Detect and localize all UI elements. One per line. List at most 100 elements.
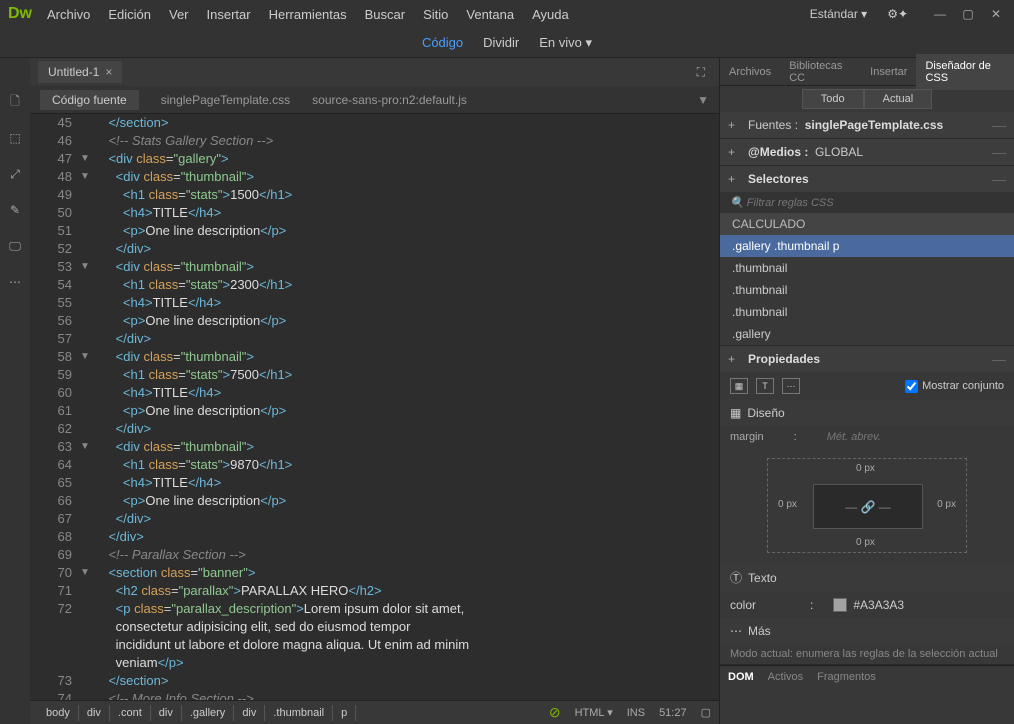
selector-item[interactable]: .gallery .thumbnail p <box>720 235 1014 257</box>
color-swatch[interactable] <box>833 598 847 612</box>
layout-cat-icon[interactable]: ▦ <box>730 378 748 394</box>
manage-icon[interactable]: ⬚ <box>6 129 24 147</box>
color-row[interactable]: color: #A3A3A3 <box>720 592 1014 618</box>
code-line[interactable]: 53▼ <div class="thumbnail"> <box>30 258 719 276</box>
menu-herramientas[interactable]: Herramientas <box>269 7 347 22</box>
minimize-button[interactable]: — <box>930 6 950 22</box>
maximize-button[interactable]: ▢ <box>958 6 978 22</box>
link-icon[interactable]: — 🔗 — <box>845 500 891 514</box>
bottom-tab[interactable]: DOM <box>728 671 754 683</box>
panel-tab[interactable]: Bibliotecas CC <box>780 54 861 90</box>
menu-insertar[interactable]: Insertar <box>207 7 251 22</box>
remove-icon[interactable]: — <box>992 144 1006 160</box>
panel-tab[interactable]: Diseñador de CSS <box>916 54 1014 90</box>
breadcrumb-item[interactable]: div <box>151 705 182 721</box>
selector-item[interactable]: .thumbnail <box>720 279 1014 301</box>
menu-archivo[interactable]: Archivo <box>47 7 90 22</box>
remove-icon[interactable]: — <box>992 117 1006 133</box>
properties-header[interactable]: + Propiedades — <box>720 346 1014 372</box>
panel-tab[interactable]: Insertar <box>861 60 916 84</box>
more-cat-icon[interactable]: ⋯ <box>782 378 800 394</box>
filter-icon[interactable]: ▼ <box>697 93 709 107</box>
remove-icon[interactable]: — <box>992 351 1006 367</box>
code-line[interactable]: 55 <h4>TITLE</h4> <box>30 294 719 312</box>
code-line[interactable]: 56 <p>One line description</p> <box>30 312 719 330</box>
code-line[interactable]: 48▼ <div class="thumbnail"> <box>30 168 719 186</box>
code-line[interactable]: 51 <p>One line description</p> <box>30 222 719 240</box>
code-line[interactable]: 46 <!-- Stats Gallery Section --> <box>30 132 719 150</box>
plus-icon[interactable]: + <box>728 118 742 132</box>
breadcrumb-item[interactable]: body <box>38 705 79 721</box>
code-line[interactable]: 58▼ <div class="thumbnail"> <box>30 348 719 366</box>
mode-all[interactable]: Todo <box>802 89 864 109</box>
filter-selectors-input[interactable]: 🔍 Filtrar reglas CSS <box>720 192 1014 213</box>
selector-item[interactable]: .thumbnail <box>720 257 1014 279</box>
breadcrumb-item[interactable]: .cont <box>110 705 151 721</box>
show-set-checkbox[interactable] <box>905 380 918 393</box>
sync-settings-icon[interactable]: ⚙✦ <box>887 7 908 21</box>
expand-panel-icon[interactable]: ⛶ <box>691 63 711 82</box>
panel-tab[interactable]: Archivos <box>720 60 780 84</box>
close-tab-icon[interactable]: × <box>105 65 112 79</box>
breadcrumb-item[interactable]: .thumbnail <box>265 705 333 721</box>
code-line[interactable]: 69 <!-- Parallax Section --> <box>30 546 719 564</box>
box-model[interactable]: 0 px 0 px 0 px 0 px — 🔗 — <box>720 448 1014 563</box>
code-line[interactable]: 50 <h4>TITLE</h4> <box>30 204 719 222</box>
file-icon[interactable]: 🗋 <box>6 93 24 111</box>
comment-icon[interactable]: 🖵 <box>6 237 24 255</box>
margin-row[interactable]: margin:Mét. abrev. <box>720 426 1014 448</box>
expand-icon[interactable]: ⤢ <box>6 165 24 183</box>
breadcrumb-item[interactable]: .gallery <box>182 705 234 721</box>
more-icon[interactable]: ⋯ <box>6 273 24 291</box>
code-line[interactable]: 72 <p class="parallax_description">Lorem… <box>30 600 719 618</box>
plus-icon[interactable]: + <box>728 172 742 186</box>
sources-header[interactable]: + Fuentes : singlePageTemplate.css — <box>720 112 1014 138</box>
view-code[interactable]: Código <box>422 35 463 50</box>
code-line[interactable]: 74 <!-- More Info Section --> <box>30 690 719 700</box>
related-file[interactable]: source-sans-pro:n2:default.js <box>312 93 467 107</box>
selector-item[interactable]: .gallery <box>720 323 1014 345</box>
code-line[interactable]: 66 <p>One line description</p> <box>30 492 719 510</box>
related-file[interactable]: singlePageTemplate.css <box>161 93 290 107</box>
code-line[interactable]: 47▼ <div class="gallery"> <box>30 150 719 168</box>
text-cat-icon[interactable]: T <box>756 378 774 394</box>
code-line[interactable]: 62 </div> <box>30 420 719 438</box>
menu-ver[interactable]: Ver <box>169 7 189 22</box>
overflow-icon[interactable]: ▢ <box>701 706 711 719</box>
code-line[interactable]: 52 </div> <box>30 240 719 258</box>
insert-mode[interactable]: INS <box>627 707 645 719</box>
media-header[interactable]: + @Medios : GLOBAL — <box>720 139 1014 165</box>
code-editor[interactable]: 45 </section>46 <!-- Stats Gallery Secti… <box>30 114 719 700</box>
code-line[interactable]: veniam</p> <box>30 654 719 672</box>
code-line[interactable]: 70▼ <section class="banner"> <box>30 564 719 582</box>
wand-icon[interactable]: ✎ <box>6 201 24 219</box>
code-line[interactable]: 59 <h1 class="stats">7500</h1> <box>30 366 719 384</box>
code-line[interactable]: 67 </div> <box>30 510 719 528</box>
view-live[interactable]: En vivo ▾ <box>539 35 592 51</box>
remove-icon[interactable]: — <box>992 171 1006 187</box>
source-code-tab[interactable]: Código fuente <box>40 90 139 110</box>
view-split[interactable]: Dividir <box>483 35 519 50</box>
code-line[interactable]: 61 <p>One line description</p> <box>30 402 719 420</box>
selectors-header[interactable]: + Selectores — <box>720 166 1014 192</box>
bottom-tab[interactable]: Fragmentos <box>817 671 876 683</box>
document-tab[interactable]: Untitled-1× <box>38 61 122 83</box>
lang-indicator[interactable]: HTML ▾ <box>575 706 613 719</box>
code-line[interactable]: 71 <h2 class="parallax">PARALLAX HERO</h… <box>30 582 719 600</box>
menu-ayuda[interactable]: Ayuda <box>532 7 569 22</box>
bottom-tab[interactable]: Activos <box>768 671 803 683</box>
mode-current[interactable]: Actual <box>864 89 933 109</box>
selector-item[interactable]: .thumbnail <box>720 301 1014 323</box>
menu-buscar[interactable]: Buscar <box>365 7 405 22</box>
breadcrumb-item[interactable]: p <box>333 705 356 721</box>
code-line[interactable]: 68 </div> <box>30 528 719 546</box>
code-line[interactable]: 60 <h4>TITLE</h4> <box>30 384 719 402</box>
menu-ventana[interactable]: Ventana <box>466 7 514 22</box>
code-line[interactable]: 64 <h1 class="stats">9870</h1> <box>30 456 719 474</box>
code-line[interactable]: 45 </section> <box>30 114 719 132</box>
breadcrumb-item[interactable]: div <box>234 705 265 721</box>
code-line[interactable]: consectetur adipisicing elit, sed do eiu… <box>30 618 719 636</box>
close-button[interactable]: ✕ <box>986 6 1006 22</box>
menu-edición[interactable]: Edición <box>108 7 151 22</box>
plus-icon[interactable]: + <box>728 352 742 366</box>
